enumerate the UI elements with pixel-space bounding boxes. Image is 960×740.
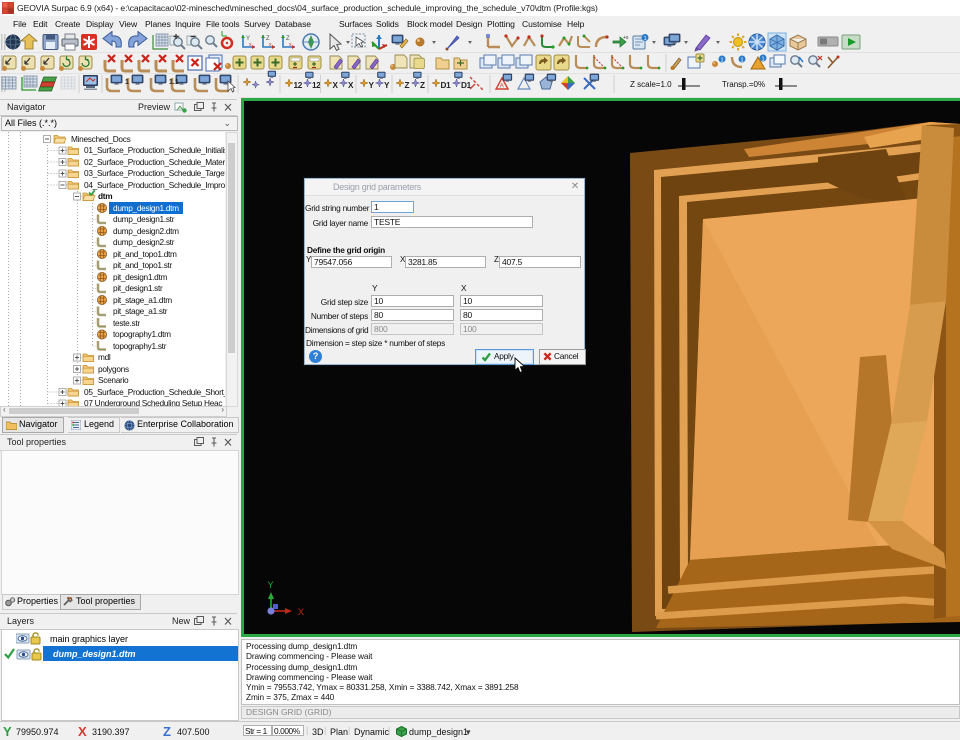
svg-text:Z: Z: [405, 81, 410, 90]
svg-text:1: 1: [721, 58, 724, 64]
svg-text:Y: Y: [369, 81, 375, 90]
svg-text:1.1: 1.1: [169, 79, 179, 86]
svg-text:X: X: [333, 81, 339, 90]
svg-text:A: A: [500, 84, 504, 90]
svg-text:1: 1: [125, 79, 129, 86]
svg-text:Z scale=1.0: Z scale=1.0: [630, 80, 672, 89]
svg-text:1: 1: [741, 58, 744, 64]
svg-text:+s: +s: [623, 35, 629, 41]
svg-text:12: 12: [294, 81, 303, 90]
svg-text:X: X: [348, 81, 354, 90]
svg-text:Y: Y: [268, 580, 274, 590]
svg-text:1: 1: [644, 36, 647, 42]
svg-text:Z: Z: [420, 81, 425, 90]
svg-text:D1: D1: [441, 81, 452, 90]
svg-text:Y: Y: [384, 81, 390, 90]
svg-text:X: X: [298, 607, 304, 617]
svg-text:12: 12: [312, 81, 321, 90]
svg-text:1: 1: [762, 57, 765, 63]
svg-text:Transp.=0%: Transp.=0%: [722, 80, 765, 89]
